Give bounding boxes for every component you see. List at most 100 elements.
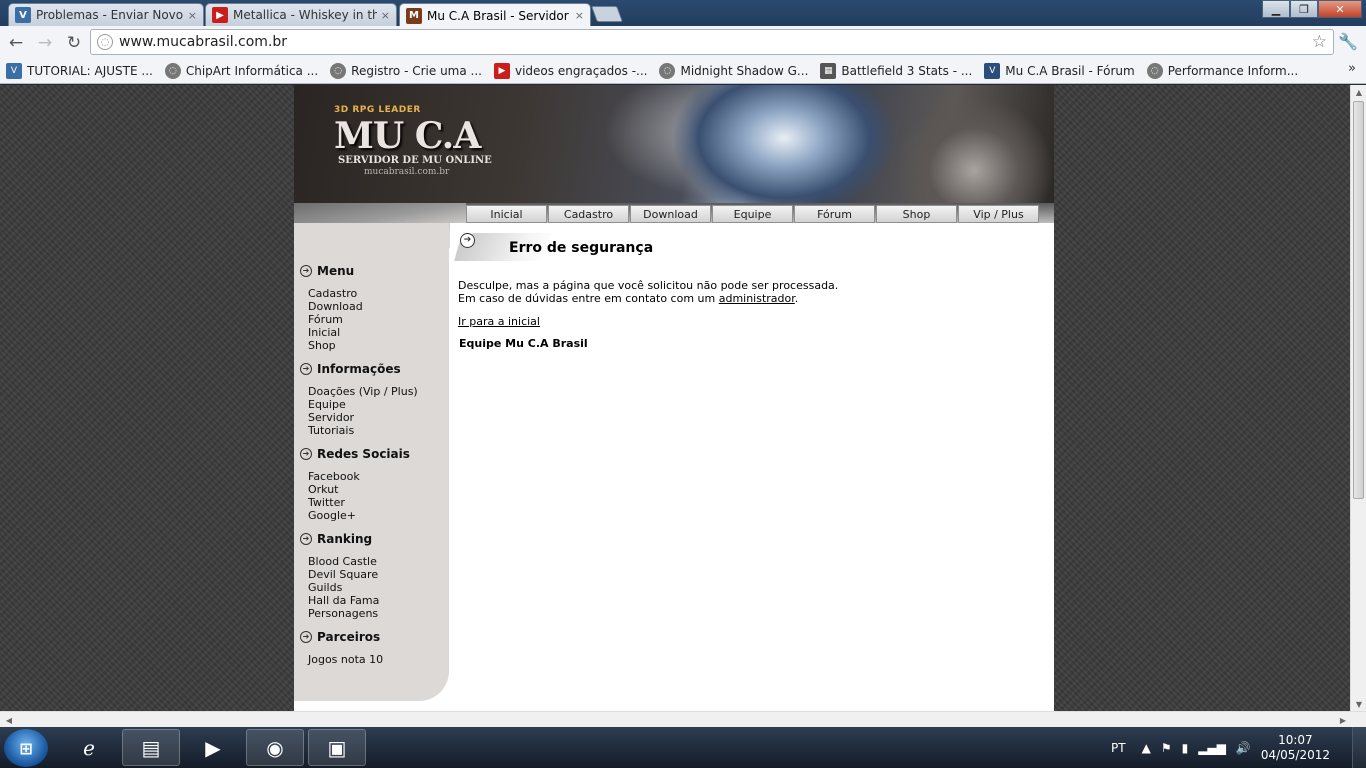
bookmark-label: Battlefield 3 Stats - ... — [841, 64, 973, 78]
error-message: Desculpe, mas a página que você solicito… — [458, 279, 838, 305]
brand-tagline: 3D RPG LEADER — [334, 105, 421, 115]
bookmark-item[interactable]: ◌ Midnight Shadow G... — [659, 63, 808, 79]
nav-vip-plus[interactable]: Vip / Plus — [958, 205, 1039, 223]
error-line-2-suffix: . — [794, 292, 799, 305]
device-icon[interactable]: ▮ — [1182, 741, 1189, 755]
brand-domain: mucabrasil.com.br — [364, 167, 450, 177]
wrench-menu-icon[interactable]: 🔧 — [1338, 32, 1358, 51]
tab-title: Metallica - Whiskey in the ja — [233, 8, 377, 22]
scrollbar-thumb[interactable] — [1353, 101, 1364, 499]
bookmark-star-icon[interactable]: ☆ — [1312, 32, 1327, 52]
chrome-icon[interactable]: ◉ — [246, 729, 304, 766]
youtube-icon: ▶ — [493, 63, 510, 79]
globe-icon: ◌ — [659, 63, 676, 79]
file-explorer-icon[interactable]: ▤ — [122, 729, 180, 766]
nav-shop[interactable]: Shop — [876, 205, 957, 223]
sidebar-link-orkut[interactable]: Orkut — [308, 483, 410, 496]
bookmark-item[interactable]: ◌ ChipArt Informática ... — [164, 63, 318, 79]
clock[interactable]: 10:07 04/05/2012 — [1261, 733, 1330, 763]
minimize-icon[interactable]: ▁ — [1262, 0, 1290, 18]
bookmark-item[interactable]: V Mu C.A Brasil - Fórum — [984, 63, 1135, 79]
mu-favicon-icon: M — [406, 7, 422, 24]
bookmark-item[interactable]: ◌ Performance Inform... — [1146, 63, 1298, 79]
network-icon[interactable]: ▂▄▆ — [1198, 741, 1226, 755]
bookmark-label: Midnight Shadow G... — [680, 64, 809, 78]
nav-cadastro[interactable]: Cadastro — [548, 205, 629, 223]
bookmark-item[interactable]: ▦ Battlefield 3 Stats - ... — [820, 63, 972, 79]
nav-download[interactable]: Download — [630, 205, 711, 223]
tab-problemas[interactable]: V Problemas - Enviar Novo Tó × — [8, 3, 204, 26]
bookmark-label: Registro - Crie uma ... — [351, 64, 482, 78]
scroll-left-icon[interactable]: ◀ — [2, 712, 16, 728]
sidebar-link-blood-castle[interactable]: Blood Castle — [308, 555, 379, 568]
nav-forum[interactable]: Fórum — [794, 205, 875, 223]
horizontal-scrollbar[interactable]: ◀ ▶ — [0, 711, 1366, 727]
forward-arrow-icon[interactable]: → — [32, 30, 58, 56]
volume-icon[interactable]: 🔊 — [1236, 741, 1251, 755]
media-player-icon[interactable]: ▶ — [184, 729, 242, 766]
sidebar-link-download[interactable]: Download — [308, 300, 363, 313]
bookmark-item[interactable]: V TUTORIAL: AJUSTE ... — [6, 63, 153, 79]
bookmark-item[interactable]: ◌ Registro - Crie uma ... — [330, 63, 482, 79]
sidebar-link-forum[interactable]: Fórum — [308, 313, 363, 326]
scroll-right-icon[interactable]: ▶ — [1336, 712, 1350, 728]
sidebar-link-inicial[interactable]: Inicial — [308, 326, 363, 339]
sidebar-heading-text: Ranking — [317, 532, 373, 546]
window-close-icon[interactable]: ✕ — [1318, 0, 1362, 18]
address-bar[interactable]: ◌ www.mucabrasil.com.br ☆ — [90, 29, 1334, 55]
tab-close-icon[interactable]: × — [575, 9, 584, 22]
sidebar-link-doacoes[interactable]: Doações (Vip / Plus) — [308, 385, 418, 398]
arrow-right-icon: ➔ — [300, 533, 312, 545]
maximize-icon[interactable]: ❐ — [1290, 0, 1318, 18]
tab-metallica[interactable]: ▶ Metallica - Whiskey in the ja × — [205, 3, 397, 26]
sidebar-link-servidor[interactable]: Servidor — [308, 411, 418, 424]
sidebar-link-google-plus[interactable]: Google+ — [308, 509, 410, 522]
sidebar-link-hall-da-fama[interactable]: Hall da Fama — [308, 594, 379, 607]
scroll-down-icon[interactable]: ▼ — [1351, 697, 1366, 711]
globe-icon: ◌ — [330, 63, 347, 79]
vertical-scrollbar[interactable]: ▲ ▼ — [1350, 85, 1366, 711]
nav-inicial[interactable]: Inicial — [466, 205, 547, 223]
tab-favicon-icon: V — [15, 7, 31, 23]
reload-icon[interactable]: ↻ — [61, 30, 87, 56]
sidebar-heading-text: Menu — [317, 264, 355, 278]
new-tab-button[interactable] — [591, 6, 623, 22]
windows-taskbar: ⊞ ℯ ▤ ▶ ◉ ▣ PT ▲ ⚑ ▮ ▂▄▆ 🔊 10:07 04/05/2… — [0, 727, 1366, 768]
show-desktop-button[interactable] — [1352, 727, 1366, 768]
bookmarks-overflow-icon[interactable]: » — [1348, 61, 1356, 76]
brand-logo[interactable]: MU C.A — [334, 115, 481, 157]
sidebar-section-parceiros: ➔ Parceiros Jogos nota 10 — [300, 629, 383, 666]
internet-explorer-icon[interactable]: ℯ — [60, 729, 118, 766]
tab-close-icon[interactable]: × — [381, 9, 390, 22]
sidebar-link-cadastro[interactable]: Cadastro — [308, 287, 363, 300]
bookmark-item[interactable]: ▶ videos engraçados -... — [493, 63, 647, 79]
arrow-right-icon: ➔ — [300, 448, 312, 460]
system-tray: PT ▲ ⚑ ▮ ▂▄▆ 🔊 10:07 04/05/2012 — [1111, 727, 1366, 768]
sidebar-link-shop[interactable]: Shop — [308, 339, 363, 352]
start-button[interactable]: ⊞ — [4, 729, 48, 767]
bookmark-favicon-icon: V — [6, 63, 22, 79]
language-indicator[interactable]: PT — [1111, 741, 1126, 755]
fraps-icon[interactable]: ▣ — [308, 729, 366, 766]
scroll-up-icon[interactable]: ▲ — [1351, 85, 1366, 99]
sidebar-link-jogos-nota-10[interactable]: Jogos nota 10 — [308, 653, 383, 666]
tray-expand-icon[interactable]: ▲ — [1142, 741, 1151, 755]
sidebar-link-guilds[interactable]: Guilds — [308, 581, 379, 594]
sidebar-link-equipe[interactable]: Equipe — [308, 398, 418, 411]
sidebar-link-facebook[interactable]: Facebook — [308, 470, 410, 483]
administrator-link[interactable]: administrador — [719, 292, 795, 305]
url-text[interactable]: www.mucabrasil.com.br — [119, 34, 1312, 50]
back-arrow-icon[interactable]: ← — [3, 30, 29, 56]
nav-equipe[interactable]: Equipe — [712, 205, 793, 223]
sidebar-link-tutoriais[interactable]: Tutoriais — [308, 424, 418, 437]
sidebar-link-twitter[interactable]: Twitter — [308, 496, 410, 509]
page-viewport: 3D RPG LEADER MU C.A SERVIDOR DE MU ONLI… — [0, 85, 1350, 711]
bookmark-label: TUTORIAL: AJUSTE ... — [27, 64, 153, 78]
action-center-flag-icon[interactable]: ⚑ — [1161, 741, 1172, 755]
sidebar-link-devil-square[interactable]: Devil Square — [308, 568, 379, 581]
tab-close-icon[interactable]: × — [188, 9, 197, 22]
home-link-container: Ir para a inicial — [458, 315, 540, 328]
sidebar-link-personagens[interactable]: Personagens — [308, 607, 379, 620]
home-link[interactable]: Ir para a inicial — [458, 315, 540, 328]
tab-mucabrasil[interactable]: M Mu C.A Brasil - Servidor Bra × — [399, 3, 591, 27]
